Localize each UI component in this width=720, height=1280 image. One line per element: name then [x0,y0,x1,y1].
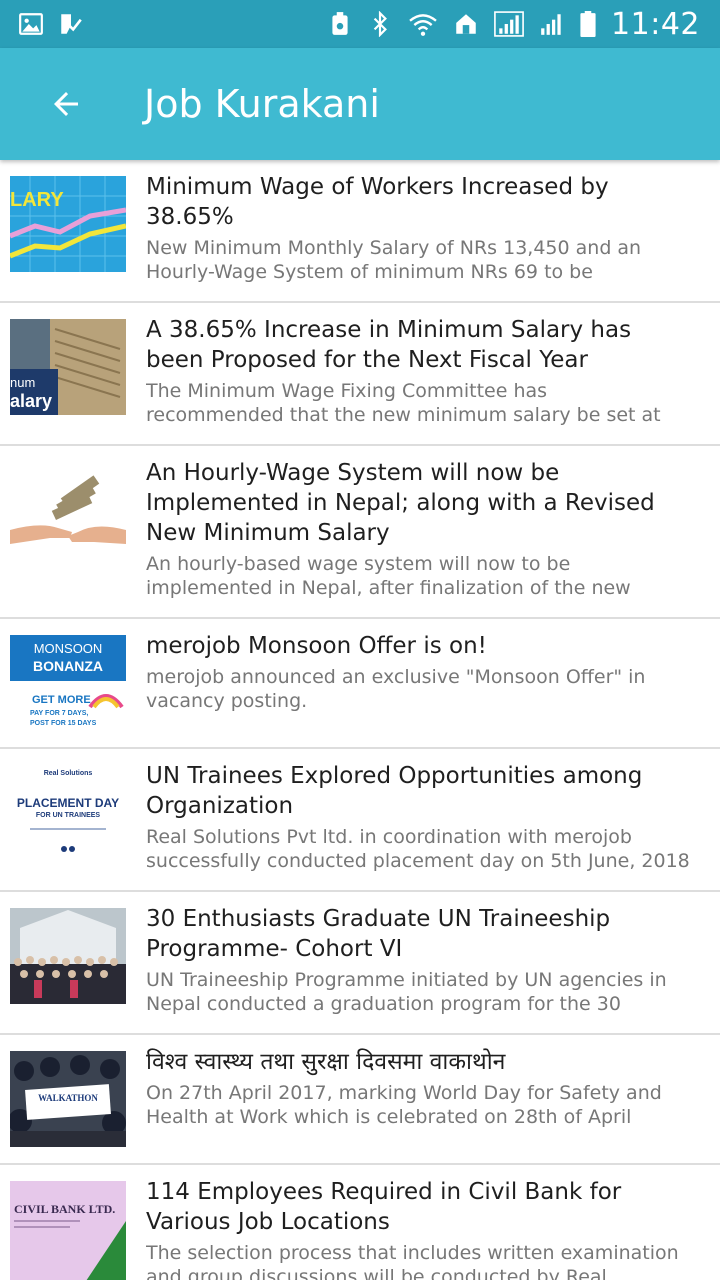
nfc-icon [332,12,348,35]
salary-chart-thumbnail: LARY [10,176,126,272]
home-icon [456,14,476,34]
page-title: Job Kurakani [144,82,380,126]
article-description: An hourly-based wage system will now to … [146,553,631,599]
monsoon-bonanza-thumbnail: MONSOON BONANZA GET MORE PAY FOR 7 DAYS,… [10,635,126,731]
civil-bank-thumbnail: CIVIL BANK LTD. [10,1181,126,1280]
article-description: The selection process that includes writ… [146,1242,679,1280]
article-title: Minimum Wage of Workers Increased by 38.… [146,174,609,230]
svg-text:GET MORE: GET MORE [32,694,91,706]
hand-money-thumbnail [10,468,126,564]
article-item[interactable]: CIVIL BANK LTD. 114 Employees Required i… [0,1165,720,1280]
arrow-back-icon [54,92,78,116]
article-item[interactable]: WALKATHON विश्व स्वास्थ्य तथा सुरक्षा दि… [0,1035,720,1165]
svg-text:Real Solutions: Real Solutions [44,770,93,777]
bluetooth-icon [373,11,387,37]
status-left [18,11,84,37]
article-title: An Hourly-Wage System will now be Implem… [146,460,655,546]
svg-text:PAY FOR 7 DAYS,: PAY FOR 7 DAYS, [30,710,88,717]
svg-text:LARY: LARY [10,189,64,211]
article-item[interactable]: An Hourly-Wage System will now be Implem… [0,446,720,619]
svg-text:CIVIL BANK LTD.: CIVIL BANK LTD. [14,1202,115,1216]
article-description: On 27th April 2017, marking World Day fo… [146,1082,662,1128]
article-title: merojob Monsoon Offer is on! [146,633,487,659]
cash-bundle-thumbnail: num alary [10,319,126,415]
svg-text:num: num [10,375,35,390]
app-bar: Job Kurakani [0,48,720,160]
placement-day-thumbnail: Real Solutions PLACEMENT DAY FOR UN TRAI… [10,765,126,861]
article-description: The Minimum Wage Fixing Committee has re… [146,380,661,426]
svg-text:MONSOON: MONSOON [34,641,103,656]
signal-1-icon [494,11,524,37]
battery-icon [580,11,596,37]
article-description: UN Traineeship Programme initiated by UN… [146,969,667,1015]
article-title: विश्व स्वास्थ्य तथा सुरक्षा दिवसमा वाकाथ… [146,1049,506,1075]
back-button[interactable] [26,64,106,144]
gallery-icon [19,13,43,35]
signal-2-icon [541,14,561,35]
article-title: UN Trainees Explored Opportunities among… [146,763,643,819]
article-item[interactable]: num alary A 38.65% Increase in Minimum S… [0,303,720,446]
svg-text:PLACEMENT DAY: PLACEMENT DAY [17,796,119,810]
article-item[interactable]: Real Solutions PLACEMENT DAY FOR UN TRAI… [0,749,720,892]
article-title: A 38.65% Increase in Minimum Salary has … [146,317,632,373]
svg-text:alary: alary [10,391,52,411]
group-photo-thumbnail [10,908,126,1004]
svg-text:WALKATHON: WALKATHON [38,1093,98,1103]
svg-text:POST FOR 15 DAYS: POST FOR 15 DAYS [30,720,97,727]
status-bar: 11:42 [0,0,720,48]
article-description: New Minimum Monthly Salary of NRs 13,450… [146,237,642,283]
task-check-icon [61,14,82,34]
article-title: 114 Employees Required in Civil Bank for… [146,1179,622,1235]
article-item[interactable]: MONSOON BONANZA GET MORE PAY FOR 7 DAYS,… [0,619,720,749]
article-description: Real Solutions Pvt ltd. in coordination … [146,826,690,872]
svg-text:FOR UN TRAINEES: FOR UN TRAINEES [36,812,101,819]
walkathon-thumbnail: WALKATHON [10,1051,126,1147]
article-list: LARY Minimum Wage of Workers Increased b… [0,160,720,1280]
status-right: 11:42 [327,7,700,42]
article-item[interactable]: LARY Minimum Wage of Workers Increased b… [0,160,720,303]
wifi-icon [409,14,437,36]
article-item[interactable]: 30 Enthusiasts Graduate UN Traineeship P… [0,892,720,1035]
article-description: merojob announced an exclusive "Monsoon … [146,666,646,712]
article-title: 30 Enthusiasts Graduate UN Traineeship P… [146,906,611,962]
status-time: 11:42 [611,6,700,42]
svg-text:BONANZA: BONANZA [33,658,103,674]
